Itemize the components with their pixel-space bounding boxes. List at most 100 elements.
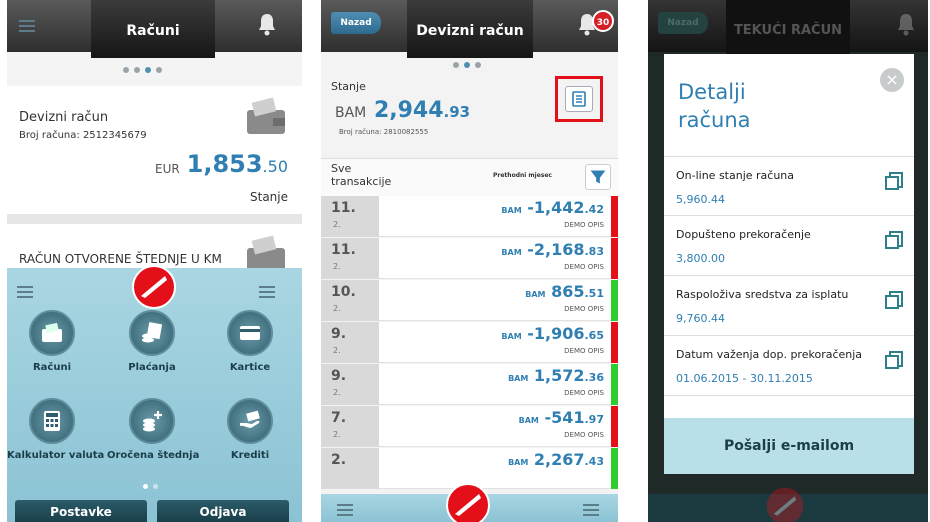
menu-item-savings[interactable]: Oročena štednja [107, 398, 200, 461]
menu-left-icon[interactable] [17, 286, 33, 298]
back-button[interactable]: Nazad [331, 12, 381, 34]
notification-badge: 30 [592, 10, 614, 32]
coins-icon [129, 310, 175, 356]
transaction-amount: BAM 2,267.43 [508, 450, 604, 469]
copy-icon[interactable] [884, 350, 904, 370]
date-cell [321, 406, 379, 447]
transaction-row[interactable]: 9. 2. BAM 1,572.36 DEMO OPIS [321, 364, 618, 405]
menu-item-cards[interactable]: Kartice [205, 310, 295, 373]
transaction-description: DEMO OPIS [564, 389, 604, 397]
menu-item-label: Oročena štednja [107, 450, 200, 461]
transaction-status-bar [611, 196, 618, 237]
settings-button[interactable]: Postavke [15, 500, 147, 522]
transaction-description: DEMO OPIS [564, 305, 604, 313]
bank-logo [131, 264, 177, 310]
menu-right-icon[interactable] [583, 504, 599, 516]
transaction-month: 2. [333, 220, 341, 229]
transaction-amount: BAM 1,572.36 [508, 366, 604, 385]
account-balance: 1,853.50 [186, 150, 288, 178]
transaction-day: 11. [331, 242, 356, 258]
menu-left-icon[interactable] [337, 504, 353, 516]
transaction-amount: BAM 865.51 [525, 282, 604, 301]
balance-label: Stanje [331, 80, 366, 93]
account-details-button[interactable] [555, 76, 603, 122]
transaction-row[interactable]: 11. 2. BAM -2,168.83 DEMO OPIS [321, 238, 618, 279]
account2-name: RAČUN OTVORENE ŠTEDNJE U KM [19, 252, 222, 266]
bell-icon[interactable] [257, 12, 277, 36]
page-indicator [123, 67, 162, 73]
detail-row: Dopušteno prekoračenje 3,800.00 [664, 216, 914, 276]
page-title: Devizni račun [407, 0, 533, 58]
transaction-row[interactable]: 7. 2. BAM -541.97 DEMO OPIS [321, 406, 618, 447]
transaction-day: 11. [331, 200, 356, 216]
detail-label: Dopušteno prekoračenje [676, 228, 811, 241]
balance-label: Stanje [250, 190, 288, 204]
transaction-day: 9. [331, 368, 347, 384]
details-modal: Detalji računa × On-line stanje računa 5,… [664, 54, 914, 474]
transaction-row[interactable]: 9. 2. BAM -1,906.65 DEMO OPIS [321, 322, 618, 363]
account-number: Broj računa: 2512345679 [19, 130, 147, 141]
menu-item-accounts[interactable]: Računi [7, 310, 97, 373]
loan-icon [227, 398, 273, 444]
period-selector[interactable]: Prethodni mjesec [493, 172, 552, 179]
account-details-modal-screen: Nazad TEKUĆI RAČUN Detalji računa × On-li… [648, 0, 928, 522]
account-name: Devizni račun [19, 110, 109, 125]
menu-item-label: Kartice [229, 362, 271, 373]
date-cell [321, 364, 379, 405]
menu-item-label: Krediti [230, 450, 270, 461]
modal-title: Detalji računa [678, 80, 751, 132]
menu-item-label: Plaćanja [128, 362, 176, 373]
menu-item-calculator[interactable]: Kalkulator valuta [7, 398, 105, 461]
menu-page-indicator [143, 484, 158, 489]
detail-label: On-line stanje računa [676, 169, 795, 182]
transaction-month: 2. [333, 304, 341, 313]
account-balance: BAM 2,944.93 [335, 98, 471, 123]
savings-icon [129, 398, 175, 444]
menu-icon[interactable] [19, 20, 35, 32]
detail-label: Datum važenja dop. prekoračenja [676, 348, 863, 361]
transaction-description: DEMO OPIS [564, 221, 604, 229]
transaction-status-bar [611, 406, 618, 447]
filter-icon[interactable] [585, 164, 611, 190]
transaction-day: 7. [331, 410, 347, 426]
transaction-month: 2. [333, 346, 341, 355]
copy-icon[interactable] [884, 290, 904, 310]
transaction-status-bar [611, 322, 618, 363]
transaction-amount: BAM -1,442.42 [501, 198, 604, 217]
page-title: TEKUĆI RAČUN [726, 0, 850, 58]
copy-icon[interactable] [884, 230, 904, 250]
page-indicator [453, 62, 481, 68]
detail-value: 01.06.2015 - 30.11.2015 [676, 372, 813, 385]
transaction-month: 2. [333, 430, 341, 439]
document-icon [565, 86, 593, 112]
bank-logo [765, 486, 805, 522]
transaction-day: 9. [331, 326, 347, 342]
calculator-icon [29, 398, 75, 444]
copy-icon[interactable] [884, 171, 904, 191]
date-cell [321, 448, 379, 489]
transaction-month: 2. [333, 262, 341, 271]
send-email-button[interactable]: Pošalji e-mailom [664, 418, 914, 474]
bank-logo [445, 482, 491, 522]
wallet-icon [243, 96, 289, 136]
menu-item-label: Kalkulator valuta [7, 450, 105, 461]
transaction-amount: BAM -541.97 [518, 408, 604, 427]
menu-item-payments[interactable]: Plaćanja [107, 310, 197, 373]
detail-label: Raspoloživa sredstva za isplatu [676, 288, 849, 301]
bell-icon[interactable] [896, 12, 916, 36]
close-button[interactable]: × [880, 68, 904, 92]
menu-right-icon[interactable] [259, 286, 275, 298]
transaction-row[interactable]: 10. 2. BAM 865.51 DEMO OPIS [321, 280, 618, 321]
transaction-description: DEMO OPIS [564, 263, 604, 271]
menu-item-loans[interactable]: Krediti [205, 398, 295, 461]
transaction-description: DEMO OPIS [564, 347, 604, 355]
back-button[interactable]: Nazad [658, 12, 708, 34]
card-icon [227, 310, 273, 356]
transaction-status-bar [611, 448, 618, 489]
transaction-row[interactable]: 11. 2. BAM -1,442.42 DEMO OPIS [321, 196, 618, 237]
logout-button[interactable]: Odjava [157, 500, 289, 522]
date-cell [321, 322, 379, 363]
detail-row: On-line stanje računa 5,960.44 [664, 156, 914, 216]
transaction-month: 2. [333, 388, 341, 397]
detail-value: 3,800.00 [676, 252, 725, 265]
